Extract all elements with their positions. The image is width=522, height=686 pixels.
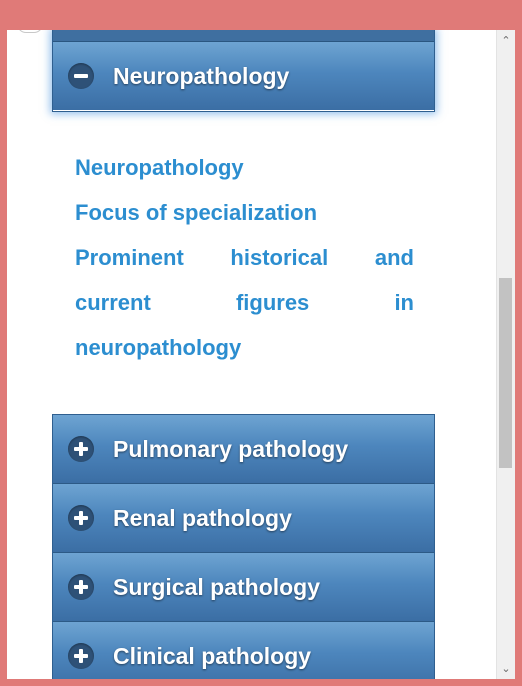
link-prominent-figures[interactable]: Prominent historical and current figures… (75, 235, 414, 370)
accordion-header-label: Renal pathology (113, 504, 292, 531)
link-focus-of-specialization[interactable]: Focus of specialization (75, 190, 414, 235)
chevron-down-icon[interactable]: ⌄ (497, 661, 515, 677)
plus-circle-icon (68, 436, 94, 462)
scrollbar-thumb[interactable] (499, 278, 512, 468)
page-content: Neuropathology Neuropathology Focus of s… (7, 30, 497, 679)
accordion-header-label: Clinical pathology (113, 642, 312, 669)
accordion-header-surgical-pathology[interactable]: Surgical pathology (53, 552, 434, 621)
vertical-scrollbar[interactable]: ⌃ ⌄ (496, 30, 515, 679)
accordion-header-clinical-pathology[interactable]: Clinical pathology (53, 621, 434, 679)
plus-circle-icon (68, 574, 94, 600)
plus-circle-icon (68, 643, 94, 669)
link-neuropathology[interactable]: Neuropathology (75, 145, 414, 190)
accordion-active-section: Neuropathology (52, 30, 435, 112)
accordion-panel-neuropathology: Neuropathology Focus of specialization P… (75, 145, 414, 370)
accordion-header-label: Neuropathology (113, 62, 290, 89)
minus-circle-icon (68, 63, 94, 89)
browser-window: Neuropathology Neuropathology Focus of s… (7, 30, 515, 679)
accordion-header-label: Surgical pathology (113, 573, 321, 600)
previous-header-edge (53, 30, 434, 42)
accordion-header-renal-pathology[interactable]: Renal pathology (53, 483, 434, 552)
accordion-header-neuropathology[interactable]: Neuropathology (53, 42, 434, 110)
accordion-collapsed-sections: Pulmonary pathology Renal pathology Surg… (52, 414, 435, 679)
accordion-header-label: Pulmonary pathology (113, 435, 349, 462)
chevron-up-icon[interactable]: ⌃ (497, 33, 515, 49)
accordion-header-pulmonary-pathology[interactable]: Pulmonary pathology (53, 415, 434, 483)
plus-circle-icon (68, 505, 94, 531)
